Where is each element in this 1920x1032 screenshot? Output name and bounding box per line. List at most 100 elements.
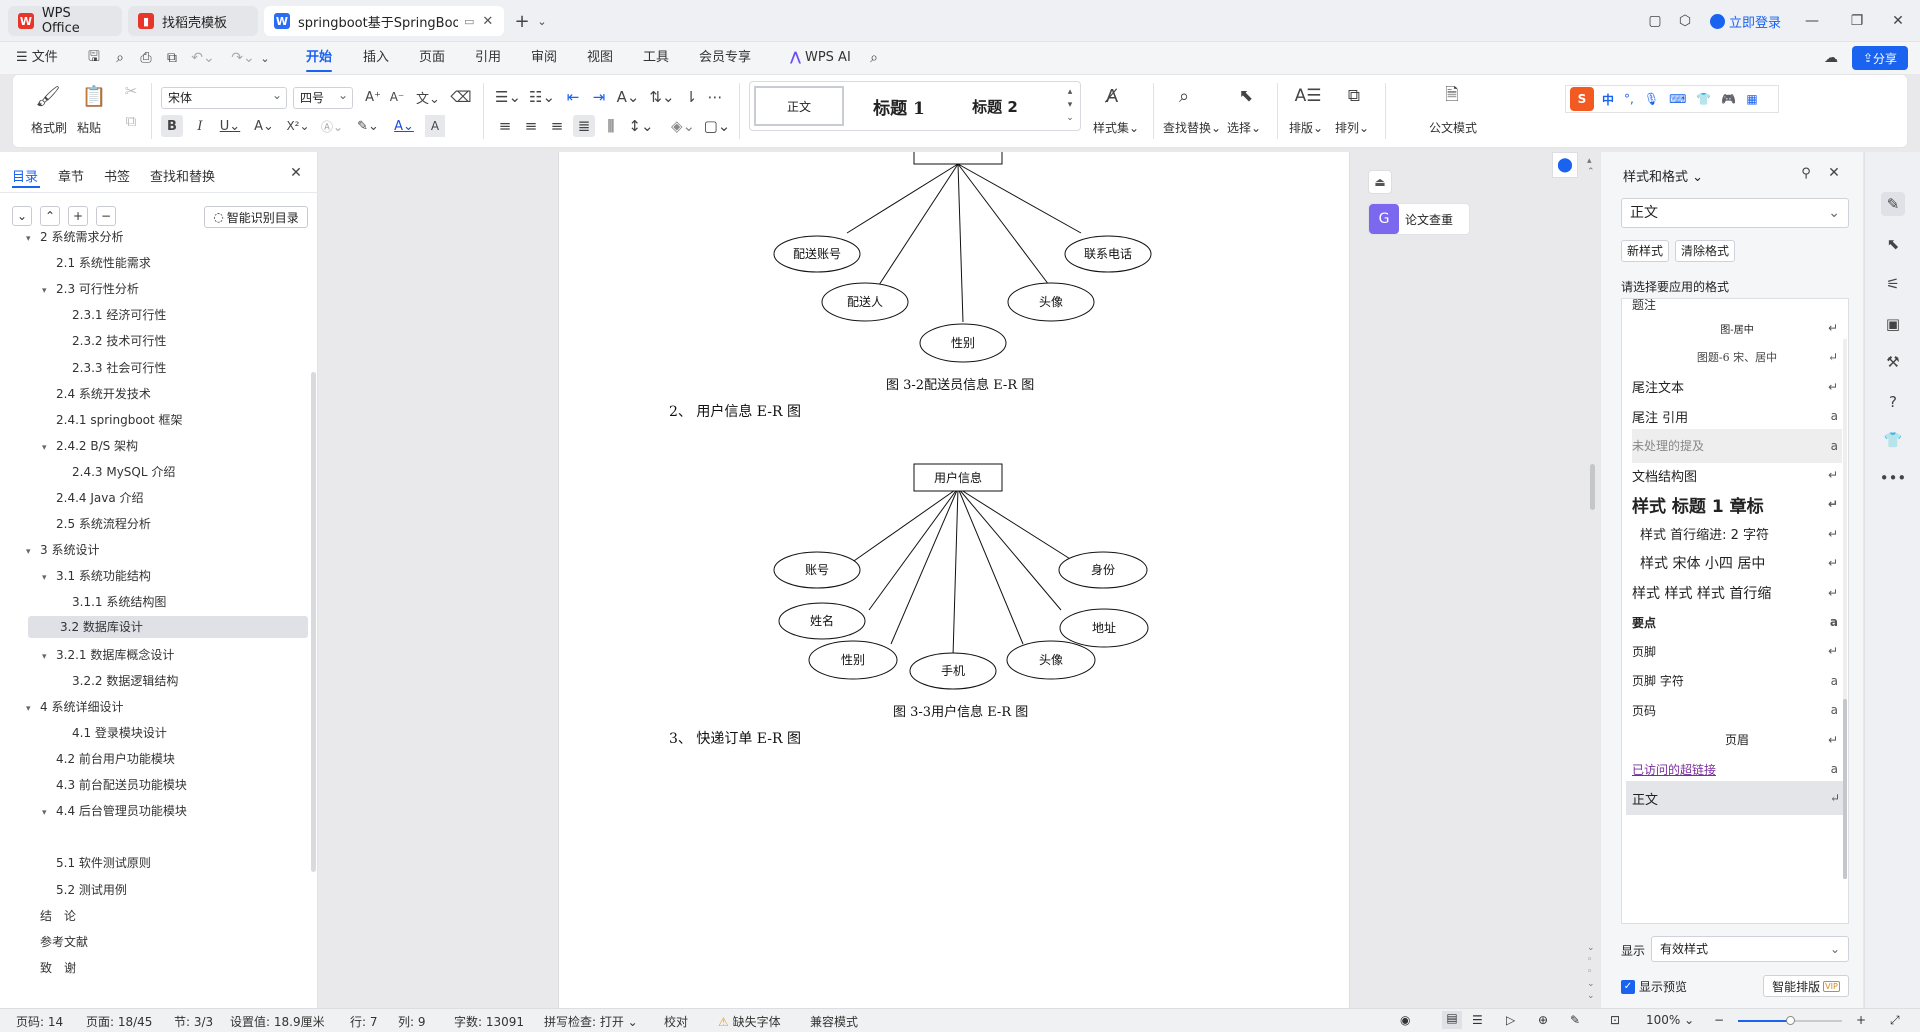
tab-find-replace[interactable]: 查找和替换: [150, 166, 215, 185]
redo-icon[interactable]: ↷⌄: [230, 48, 256, 68]
pen-icon[interactable]: ✎: [1570, 1013, 1580, 1027]
status-row[interactable]: 行: 7: [350, 1013, 378, 1030]
format-painter-label[interactable]: 格式刷: [31, 119, 67, 136]
print-preview-icon[interactable]: ⧉: [162, 48, 182, 68]
wps-ai-button[interactable]: ⋀ WPS AI: [790, 42, 851, 74]
smart-layout-button[interactable]: 智能排版 VIP: [1763, 975, 1849, 997]
eraser-icon[interactable]: ⌫: [450, 87, 471, 107]
menu-page[interactable]: 页面: [419, 42, 445, 74]
toolbox-icon[interactable]: ⚒: [1881, 350, 1905, 374]
collapse-icon[interactable]: ⌄: [12, 206, 32, 226]
toc-item[interactable]: ▾ 2.3 可行性分析: [42, 280, 139, 297]
az-sort-icon[interactable]: ⇂: [681, 87, 701, 107]
shirt-icon[interactable]: 👕: [1881, 428, 1905, 452]
arrange-icon[interactable]: ⧉: [1341, 83, 1367, 109]
official-doc-icon[interactable]: 🗎: [1439, 83, 1465, 109]
border-icon[interactable]: ▢⌄: [703, 115, 731, 137]
font-name-select[interactable]: 宋体: [161, 85, 287, 109]
eject-icon[interactable]: ⏏: [1368, 170, 1392, 194]
status-section[interactable]: 节: 3/3: [174, 1013, 213, 1030]
page-view-icon[interactable]: ▤: [1442, 1011, 1462, 1029]
edit-pen-icon[interactable]: ✎: [1881, 192, 1905, 216]
layout-icon[interactable]: A☰: [1295, 83, 1322, 109]
arrange-label[interactable]: 排列⌄: [1335, 119, 1369, 136]
restore-icon[interactable]: ❐: [1845, 11, 1869, 31]
toc-item[interactable]: 参考文献: [26, 933, 88, 950]
close-window-icon[interactable]: ✕: [1886, 11, 1910, 31]
microphone-icon[interactable]: 🎙: [1644, 92, 1659, 106]
paper-check-button[interactable]: G 论文查重: [1368, 203, 1470, 235]
menu-view[interactable]: 视图: [587, 42, 613, 74]
tab-document[interactable]: W springboot基于SpringBoot ▭ ✕: [264, 6, 504, 36]
eye-icon[interactable]: ◉: [1400, 1013, 1410, 1027]
tab-wps-office[interactable]: W WPS Office: [8, 6, 122, 36]
line-spacing-icon[interactable]: ↕⌄: [627, 115, 655, 137]
toc-item[interactable]: 5.2 测试用例: [42, 881, 127, 898]
pointer-icon[interactable]: ⬉: [1881, 232, 1905, 256]
toc-item[interactable]: 4.2 前台用户功能模块: [42, 750, 175, 767]
image-edit-icon[interactable]: ▣: [1881, 312, 1905, 336]
keyboard-icon[interactable]: ⌨: [1669, 92, 1686, 106]
smart-toc-button[interactable]: ◌ 智能识别目录: [204, 206, 308, 228]
toc-item[interactable]: 结 论: [26, 907, 76, 924]
shading-icon[interactable]: ◈⌄: [669, 115, 697, 137]
toc-item[interactable]: 3.2 数据库设计: [28, 615, 308, 638]
status-setting[interactable]: 设置值: 18.9厘米: [230, 1013, 325, 1030]
toc-item[interactable]: ▾ 2 系统需求分析: [26, 228, 123, 245]
font-effect-icon[interactable]: A⌄: [249, 115, 279, 137]
minimize-icon[interactable]: —: [1800, 11, 1824, 31]
tab-toc[interactable]: 目录: [12, 166, 38, 185]
undo-icon[interactable]: ↶⌄: [190, 48, 216, 68]
align-right-icon[interactable]: ≡: [547, 115, 567, 137]
toc-item[interactable]: 3.2.2 数据逻辑结构: [58, 672, 178, 689]
distribute-icon[interactable]: ⫼: [601, 115, 621, 137]
paste-label[interactable]: 粘贴: [77, 119, 101, 136]
close-styles-icon[interactable]: ✕: [1825, 164, 1843, 182]
fullscreen-icon[interactable]: ⤢: [1890, 1013, 1900, 1028]
font-size-select[interactable]: 四号: [293, 85, 353, 109]
expand-arrow-icon[interactable]: ▾: [42, 573, 56, 583]
cut-icon[interactable]: ✂: [121, 81, 141, 101]
window-icon[interactable]: ▢: [1645, 11, 1665, 31]
add-heading-icon[interactable]: +: [68, 206, 88, 226]
toc-item[interactable]: ▾ 3.2.1 数据库概念设计: [42, 646, 174, 663]
styles-pane-title[interactable]: 样式和格式 ⌄: [1623, 166, 1703, 185]
expand-arrow-icon[interactable]: ▾: [42, 286, 56, 296]
toc-item[interactable]: ▾ 3 系统设计: [26, 541, 99, 558]
expand-arrow-icon[interactable]: ▾: [26, 704, 40, 714]
close-pane-icon[interactable]: ✕: [288, 164, 304, 182]
style-set-icon[interactable]: A̸: [1099, 83, 1125, 109]
more-chevron-icon[interactable]: ⌄: [258, 48, 272, 68]
cube-icon[interactable]: ⬡: [1675, 11, 1695, 31]
current-style-select[interactable]: 正文 ⌄: [1621, 198, 1849, 228]
status-page[interactable]: 页码: 14: [16, 1013, 63, 1030]
numbered-list-icon[interactable]: ☷⌄: [529, 87, 555, 107]
select-label[interactable]: 选择⌄: [1227, 119, 1261, 136]
toolbox-icon[interactable]: ▦: [1746, 92, 1757, 106]
tab-docer-templates[interactable]: ▮ 找稻壳模板: [128, 6, 258, 36]
style-set-label[interactable]: 样式集⌄: [1093, 119, 1139, 136]
tab-bookmark[interactable]: 书签: [104, 166, 130, 185]
bold-icon[interactable]: B: [161, 115, 183, 137]
status-missing-font[interactable]: ⚠ 缺失字体: [718, 1013, 781, 1030]
increase-indent-icon[interactable]: ⇥: [589, 87, 609, 107]
pin-icon[interactable]: ⚲: [1797, 164, 1815, 182]
shrink-font-icon[interactable]: A⁻: [387, 87, 407, 107]
format-painter-icon[interactable]: 🖌: [35, 83, 61, 109]
status-proof[interactable]: 校对: [664, 1013, 688, 1030]
style-heading-1[interactable]: 标题 1: [854, 86, 944, 126]
expand-arrow-icon[interactable]: ▾: [42, 443, 56, 453]
toc-item[interactable]: 2.4 系统开发技术: [42, 385, 151, 402]
help-icon[interactable]: ?: [1881, 390, 1905, 414]
show-preview-checkbox[interactable]: ✓ 显示预览: [1621, 978, 1687, 995]
more-icon[interactable]: •••: [1880, 466, 1907, 490]
print-icon[interactable]: ⎙: [136, 48, 156, 68]
monitor-icon[interactable]: ▭: [464, 15, 474, 28]
login-button[interactable]: 立即登录: [1710, 11, 1781, 31]
location-pin-icon[interactable]: ⬤: [1552, 152, 1578, 178]
menu-insert[interactable]: 插入: [363, 42, 389, 74]
chevron-down-icon[interactable]: ⌄: [534, 11, 550, 31]
toc-item[interactable]: ▾ 2.4.2 B/S 架构: [42, 437, 138, 454]
toc-item[interactable]: 2.4.3 MySQL 介绍: [58, 463, 175, 480]
italic-icon[interactable]: I: [189, 115, 211, 137]
